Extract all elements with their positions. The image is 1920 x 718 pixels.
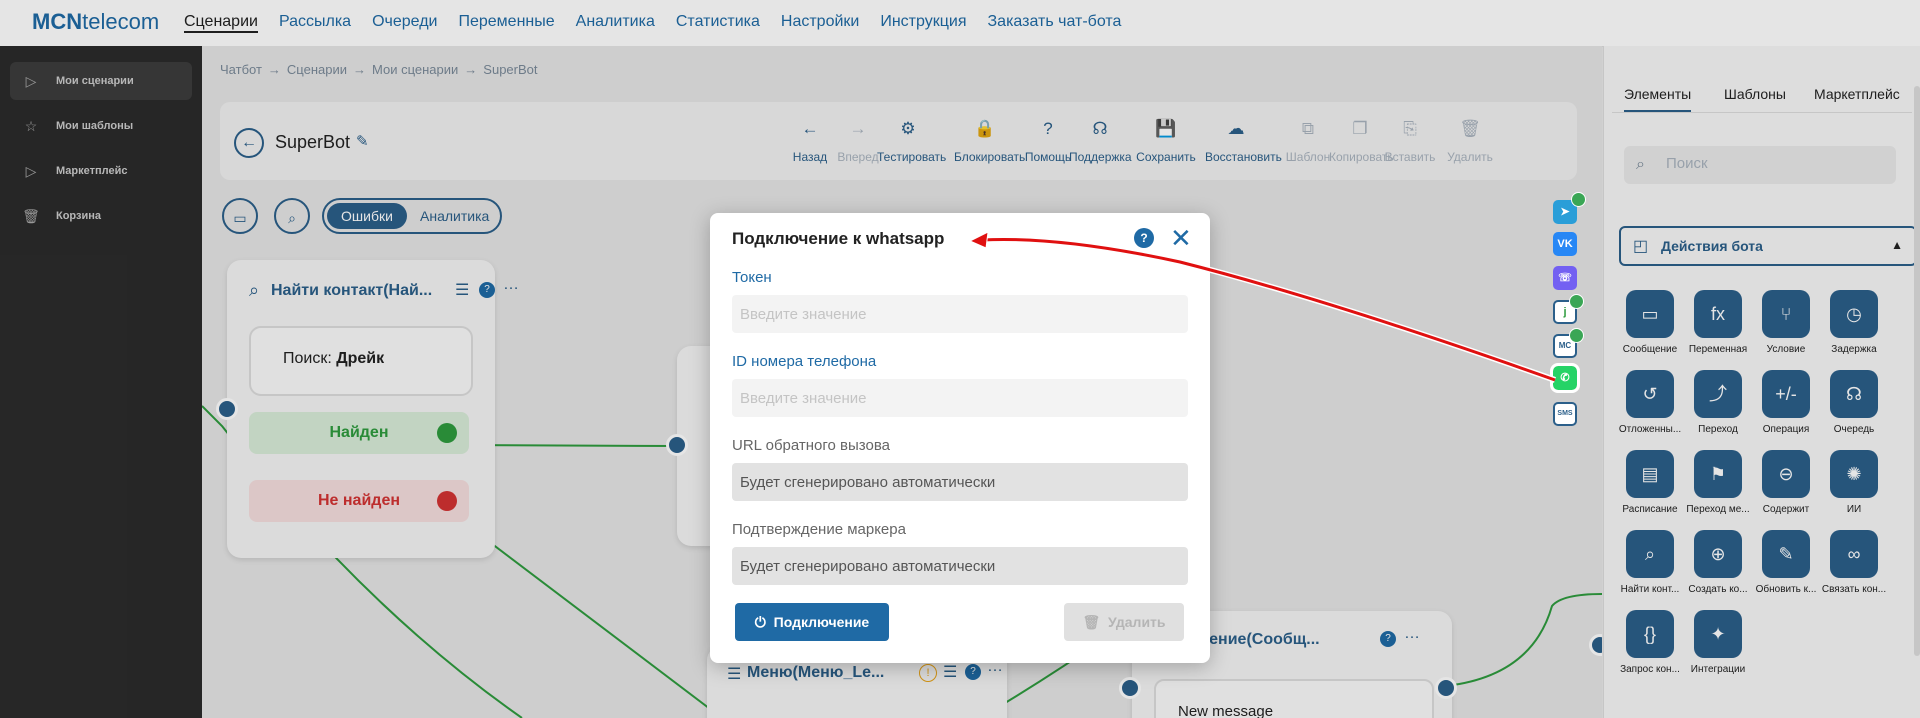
annotation-arrow xyxy=(968,231,1557,383)
